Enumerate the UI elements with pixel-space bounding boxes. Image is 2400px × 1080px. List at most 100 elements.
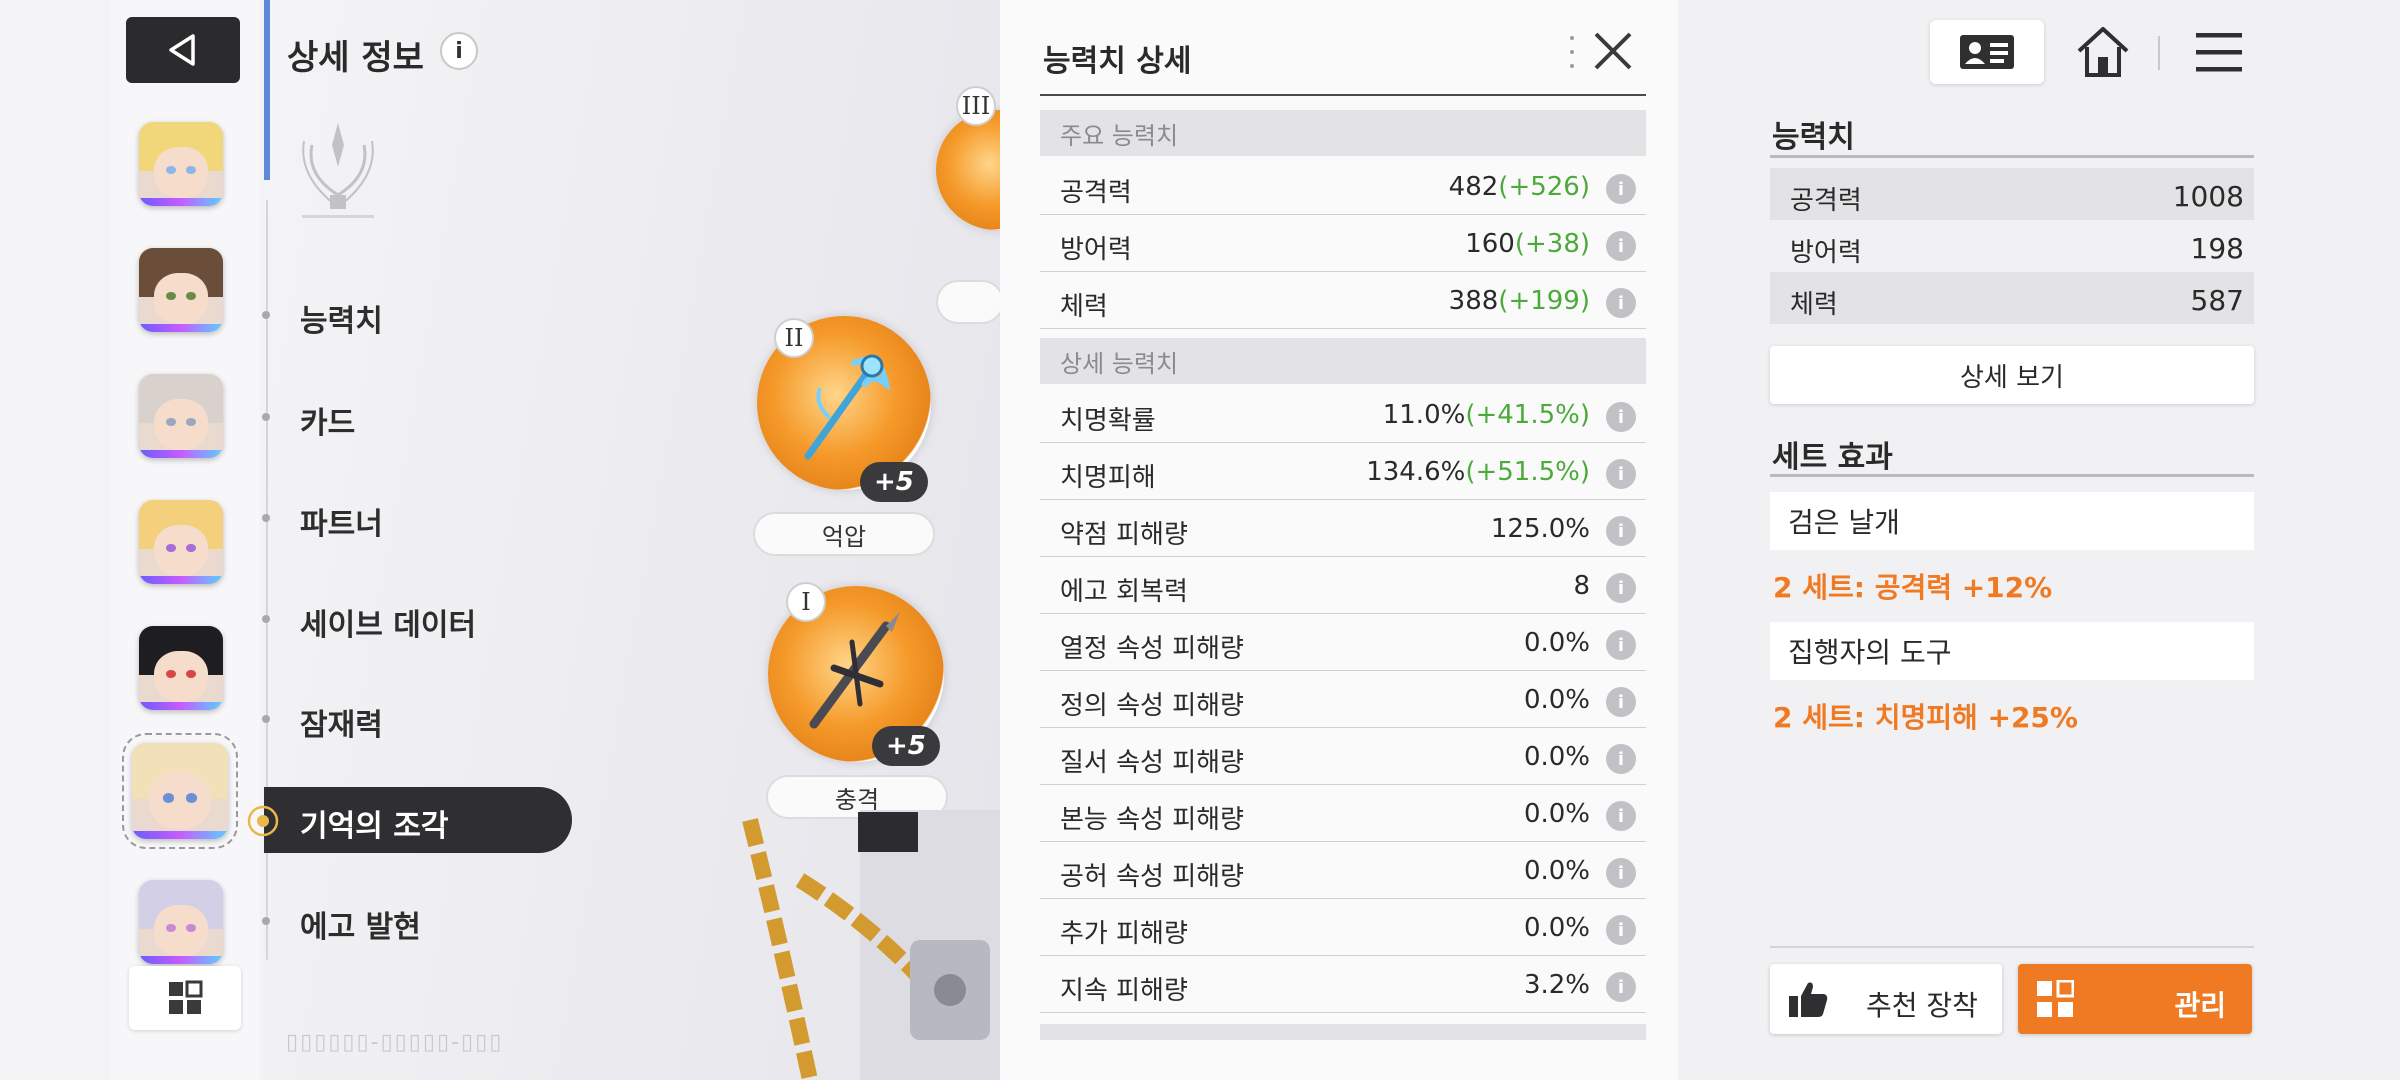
menu-button[interactable] [2186,20,2252,84]
menu-dot [262,413,270,421]
character-avatar[interactable] [139,880,223,964]
stat-info-icon[interactable]: i [1606,801,1636,831]
stat-info-icon[interactable]: i [1606,630,1636,660]
stat-label: 공허 속성 피해량 [1060,862,1244,892]
stat-info-icon[interactable]: i [1606,288,1636,318]
character-grid-button[interactable] [129,966,241,1030]
stat-info-icon[interactable]: i [1606,231,1636,261]
summary-stat-row: 공격력 1008 [1770,168,2254,220]
stat-row: 질서 속성 피해량 0.0% i [1040,728,1646,785]
stat-label: 치명확률 [1060,406,1156,436]
staff-weapon-icon [804,354,891,460]
menu-item-partner[interactable]: 파트너 [300,499,383,543]
avatar-face [154,905,208,956]
character-avatar[interactable] [139,248,223,332]
avatar-eye [165,543,176,553]
avatar-rim [139,702,223,710]
avatar-face [154,399,208,450]
fragment-name-3 [936,280,1004,324]
stat-label: 공격력 [1060,178,1132,208]
menu-item-save-data[interactable]: 세이브 데이터 [300,600,476,644]
stat-row: 공허 속성 피해량 0.0% i [1040,842,1646,899]
stat-value: 0.0% [1524,856,1590,886]
stat-base: 160 [1465,229,1515,259]
menu-item-label-active: 기억의 조각 [300,809,449,844]
avatar-eye [165,669,176,679]
grid-icon [169,980,203,1014]
summary-stat-value: 587 [2190,284,2244,317]
stat-base: 0.0% [1523,742,1590,772]
view-details-button[interactable]: 상세 보기 [1770,346,2254,404]
avatar-rim [139,198,223,206]
menu-dot [262,615,270,623]
recommend-equip-button[interactable]: 추천 장착 [1770,964,2002,1034]
set-effect-heading: 세트 효과 [1772,440,1893,475]
home-button[interactable] [2070,20,2136,84]
avatar-eye [186,543,197,553]
avatar-eye [186,417,197,427]
stat-info-icon[interactable]: i [1606,459,1636,489]
back-triangle-icon [169,34,195,66]
stat-info-icon[interactable]: i [1606,972,1636,1002]
stat-row: 추가 피해량 0.0% i [1040,899,1646,956]
character-avatar[interactable] [122,733,238,849]
character-avatar[interactable] [139,500,223,584]
fragment-level-badge: +5 [860,462,928,502]
avatar-eye [165,923,176,933]
stat-base: 482 [1448,172,1499,202]
stat-bonus: (+199) [1498,286,1590,316]
character-avatar[interactable] [139,122,223,206]
detail-stats-header: 상세 능력치 [1040,338,1646,384]
stat-base: 0.0% [1523,856,1590,886]
avatar-rim [139,324,223,332]
stat-row: 치명피해 134.6%(+51.5%) i [1040,443,1646,500]
avatar-face [154,525,208,576]
character-avatar[interactable] [139,626,223,710]
stat-value: 0.0% [1524,913,1590,943]
stat-value: 11.0%(+41.5%) [1383,400,1590,430]
avatar-rim [139,450,223,458]
menu-item-ego-manifest[interactable]: 에고 발현 [300,902,421,946]
menu-item-card[interactable]: 카드 [300,398,355,442]
menu-dot [262,311,270,319]
menu-dot [262,917,270,925]
stat-info-icon[interactable]: i [1606,858,1636,888]
stat-label: 지속 피해량 [1060,976,1188,1006]
menu-item-stats[interactable]: 능력치 [300,296,383,340]
avatar-eye [186,669,197,679]
stat-row: 에고 회복력 8 i [1040,557,1646,614]
stat-row: 치명확률 11.0%(+41.5%) i [1040,386,1646,443]
stat-label: 질서 속성 피해량 [1060,748,1244,778]
stat-info-icon[interactable]: i [1606,573,1636,603]
stat-base: 11.0% [1382,400,1466,430]
manage-button[interactable]: 관리 [2018,964,2252,1034]
logo-watermark: ▯▯▯▯▯▯-▯▯▯▯▯-▯▯▯ [286,1030,504,1055]
stat-info-icon[interactable]: i [1606,687,1636,717]
stat-info-icon[interactable]: i [1606,402,1636,432]
thumbs-up-icon [1789,982,1828,1017]
stat-row: 정의 속성 피해량 0.0% i [1040,671,1646,728]
home-icon [2077,27,2129,77]
menu-dot [262,514,270,522]
summary-stat-label: 공격력 [1790,186,1862,216]
character-avatar[interactable] [139,374,223,458]
bottom-divider [1770,946,2254,948]
avatar-eye [185,792,198,803]
info-icon[interactable]: i [440,32,478,70]
menu-dot [262,715,270,723]
close-icon[interactable] [1590,28,1636,74]
stat-info-icon[interactable]: i [1606,174,1636,204]
set-effect-text: 2 세트: 공격력 +12% [1773,571,2053,604]
stat-info-icon[interactable]: i [1606,744,1636,774]
stat-info-icon[interactable]: i [1606,516,1636,546]
back-button[interactable] [126,17,240,83]
menu-item-potential[interactable]: 잠재력 [300,700,383,744]
stats-detail-title: 능력치 상세 [1043,44,1192,79]
profile-button[interactable] [1930,20,2044,84]
next-section-header-partial [1040,1024,1646,1040]
stat-label: 약점 피해량 [1060,520,1188,550]
stat-info-icon[interactable]: i [1606,915,1636,945]
stat-row: 열정 속성 피해량 0.0% i [1040,614,1646,671]
stat-row: 약점 피해량 125.0% i [1040,500,1646,557]
stat-base: 3.2% [1523,970,1590,1000]
